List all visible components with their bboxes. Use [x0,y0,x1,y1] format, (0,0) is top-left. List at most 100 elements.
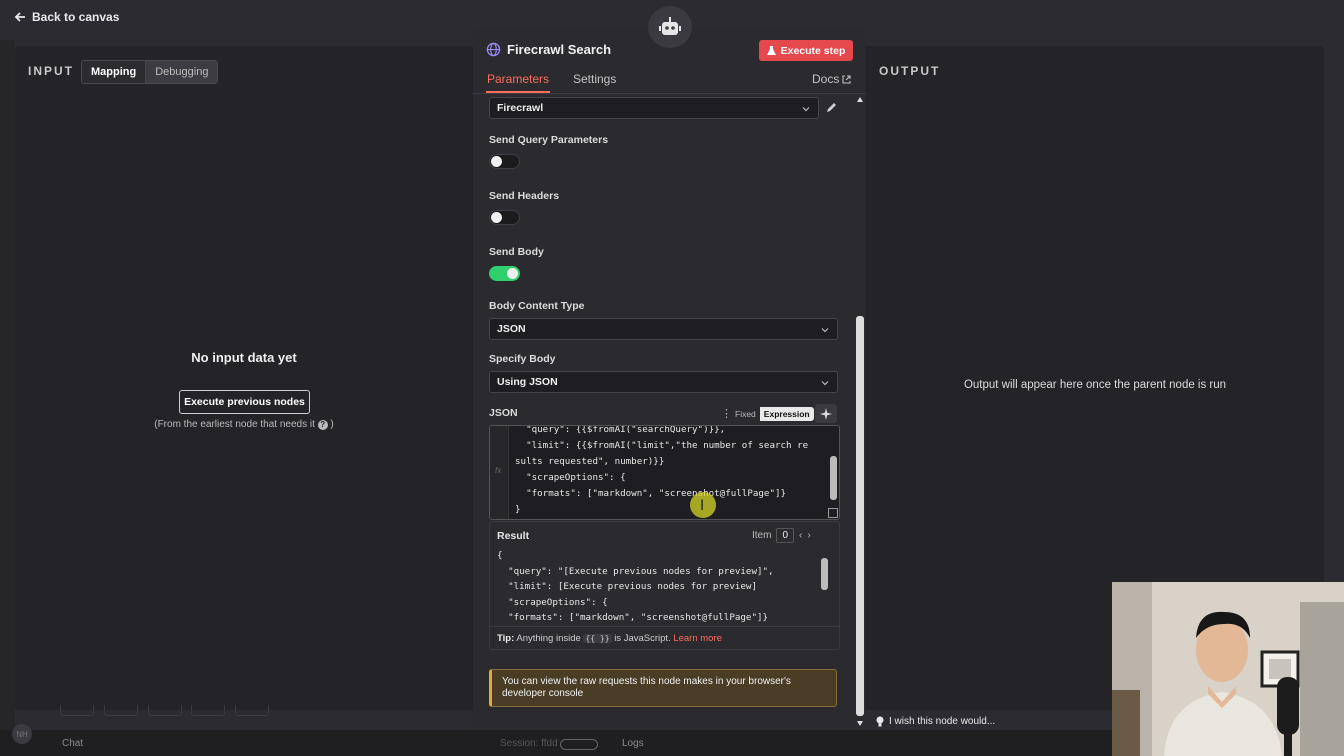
canvas-ghost-button [191,705,225,716]
body-content-type-select[interactable]: JSON [489,318,838,340]
item-label: Item [752,530,772,541]
code-line: "query": {{$fromAI("searchQuery")}}, [515,425,726,435]
parameters-body: Firecrawl Send Query Parameters Send Hea… [473,94,866,730]
session-toggle[interactable] [560,739,598,750]
code-gutter: fx [490,426,509,519]
input-view-toggle: Mapping Debugging [81,60,219,84]
json-code: "query": {{$fromAI("searchQuery")}}, "li… [515,425,809,518]
credential-value: Firecrawl [497,102,544,114]
mode-expression[interactable]: Expression [759,407,814,421]
input-panel-title: INPUT [28,64,74,78]
output-panel-title: OUTPUT [879,64,941,78]
tab-mapping[interactable]: Mapping [82,61,147,83]
execute-step-button[interactable]: Execute step [759,40,853,61]
chat-tab[interactable]: Chat [62,738,83,749]
send-body-toggle[interactable] [489,266,520,281]
text-cursor-icon: I [700,498,705,514]
send-query-toggle[interactable] [489,154,520,169]
tip-braces: {{ }} [583,634,612,643]
execute-step-label: Execute step [780,44,846,57]
result-line: "query": "[Execute previous nodes for pr… [497,565,774,577]
code-scrollbar[interactable] [829,430,838,510]
fx-icon: fx [495,466,502,475]
result-divider [490,626,839,627]
webcam-overlay [1112,582,1344,756]
body-content-type-label: Body Content Type [489,300,585,312]
tab-settings[interactable]: Settings [573,72,616,86]
tab-debugging[interactable]: Debugging [146,61,218,83]
code-line: sults requested", number)}} [515,456,665,467]
credential-select[interactable]: Firecrawl [489,97,819,119]
back-label: Back to canvas [32,10,120,24]
result-line: "scrapeOptions": { [497,596,608,608]
send-body-label: Send Body [489,246,544,258]
toggle-knob [507,268,518,279]
specify-body-label: Specify Body [489,353,556,365]
specify-body-value: Using JSON [497,376,558,388]
code-line: "formats": ["markdown", "screenshot@full… [515,488,787,499]
external-link-icon [842,74,851,84]
json-label: JSON [489,407,518,419]
code-line: "limit": {{$fromAI("limit","the number o… [515,440,809,451]
tab-parameters[interactable]: Parameters [487,72,549,86]
globe-icon [486,42,501,57]
canvas-edge [0,40,15,730]
code-line: "scrapeOptions": { [515,472,626,483]
json-expression-editor[interactable]: fx "query": {{$fromAI("searchQuery")}}, … [489,425,840,520]
user-avatar[interactable]: NH [12,724,32,744]
robot-icon [648,6,692,48]
tip-suffix: is JavaScript. [614,633,671,644]
execute-previous-nodes-button[interactable]: Execute previous nodes [179,390,310,414]
result-scrollbar[interactable] [820,548,829,622]
feedback-prompt[interactable]: I wish this node would... [876,716,995,727]
send-headers-toggle[interactable] [489,210,520,225]
presenter-video [1112,582,1344,756]
node-details-panel: Firecrawl Search Execute step Parameters… [473,28,866,730]
canvas-ghost-button [235,705,269,716]
scroll-thumb[interactable] [830,456,837,500]
no-input-title: No input data yet [191,350,297,365]
docs-label: Docs [812,72,840,86]
chevron-down-icon [802,107,810,112]
scroll-up-icon[interactable] [857,97,863,102]
scroll-thumb[interactable] [821,558,828,590]
question-icon[interactable]: ? [317,420,328,430]
toggle-knob [491,156,502,167]
chevron-down-icon [821,328,829,333]
result-line: { [497,550,503,561]
mode-fixed[interactable]: Fixed [731,407,760,421]
result-line: "formats": ["markdown", "screenshot@full… [497,612,769,623]
arrow-left-icon [14,12,25,22]
ai-sparkle-icon[interactable] [815,404,837,423]
flask-icon [766,45,776,55]
panel-scrollbar[interactable] [854,94,865,730]
tip-body: Anything inside [516,633,581,644]
scroll-thumb[interactable] [856,316,864,716]
chevron-left-icon[interactable]: ‹ [799,530,802,541]
docs-link[interactable]: Docs [812,72,851,86]
pencil-icon[interactable] [825,101,838,114]
scroll-down-icon[interactable] [857,721,863,726]
learn-more-link[interactable]: Learn more [673,633,722,644]
chevron-right-icon[interactable]: › [807,530,810,541]
result-code: { "query": "[Execute previous nodes for … [497,548,825,623]
chevron-down-icon [821,381,829,386]
body-content-type-value: JSON [497,323,526,335]
robot-glyph [659,17,681,35]
result-label: Result [497,530,530,542]
resize-handle-icon[interactable] [828,508,838,518]
lightbulb-icon [876,716,884,727]
expression-result-panel: Result Item 0 ‹ › { "query": "[Execute p… [489,521,840,650]
canvas-ghost-button [60,705,94,716]
canvas-ghost-button [148,705,182,716]
result-line: "limit": [Execute previous nodes for pre… [497,581,757,592]
logs-tab[interactable]: Logs [622,738,644,749]
send-query-label: Send Query Parameters [489,134,609,146]
node-title[interactable]: Firecrawl Search [507,42,611,57]
execute-note-text: (From the earliest node that needs it [154,419,315,430]
specify-body-select[interactable]: Using JSON [489,371,838,393]
back-to-canvas-link[interactable]: Back to canvas [14,10,119,24]
feedback-label: I wish this node would... [889,716,996,727]
item-index-input[interactable]: 0 [776,528,795,543]
code-line: } [515,504,521,515]
